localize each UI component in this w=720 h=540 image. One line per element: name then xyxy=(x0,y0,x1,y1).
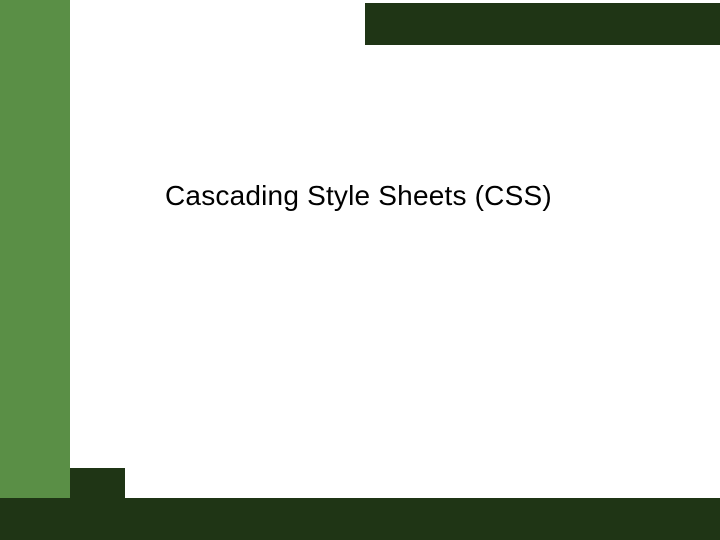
slide-title: Cascading Style Sheets (CSS) xyxy=(165,180,552,212)
top-bar-accent xyxy=(365,3,720,45)
bottom-bar-step-accent xyxy=(70,468,125,498)
bottom-bar-accent xyxy=(0,498,720,540)
left-sidebar-accent xyxy=(0,0,70,540)
